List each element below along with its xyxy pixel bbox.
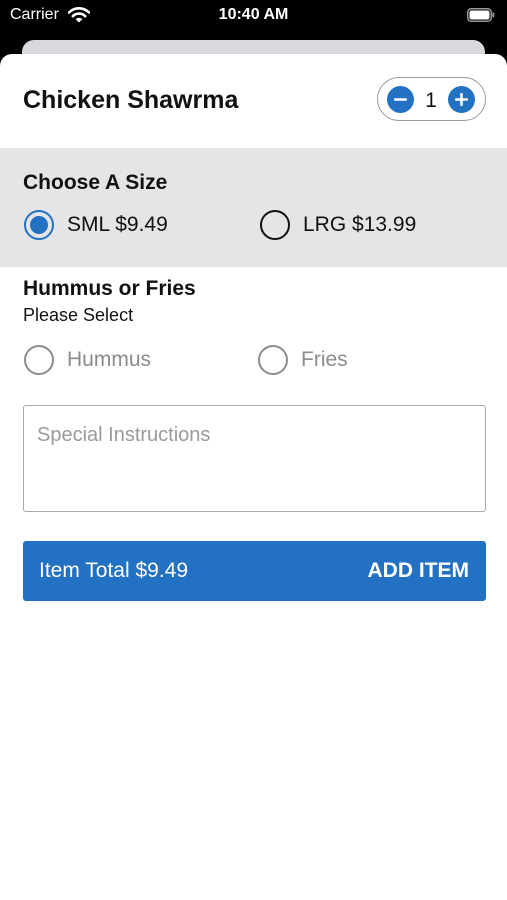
side-option-label: Fries [301,348,348,371]
radio-unselected-icon [24,345,54,375]
size-option-sml[interactable]: SML $9.49 [24,210,168,240]
plus-circle-icon [455,93,468,106]
side-option-fries[interactable]: Fries [258,345,348,375]
radio-unselected-icon [258,345,288,375]
status-time: 10:40 AM [218,6,289,23]
item-options-sheet: Chicken Shawrma 1 Choose A Size SML $9.4… [0,54,507,900]
radio-unselected-icon [260,210,290,240]
side-option-label: Hummus [67,348,152,371]
status-bar: Carrier 10:40 AM [0,0,507,34]
size-option-label: SML $9.49 [67,213,168,236]
item-total-label: Item Total $9.49 [39,559,189,582]
increase-quantity-button[interactable] [448,86,475,113]
size-option-lrg[interactable]: LRG $13.99 [260,210,416,240]
side-heading: Hummus or Fries [23,277,196,300]
add-item-label: ADD ITEM [367,559,470,582]
minus-circle-icon [394,98,407,101]
add-item-button[interactable]: Item Total $9.49 ADD ITEM [23,541,486,601]
radio-selected-icon [24,210,54,240]
battery-icon [467,8,495,22]
side-option-hummus[interactable]: Hummus [24,345,151,375]
decrease-quantity-button[interactable] [387,86,414,113]
quantity-value: 1 [425,89,437,112]
item-title: Chicken Shawrma [23,86,239,114]
size-section: Choose A Size SML $9.49 LRG $13.99 [0,148,507,267]
size-option-label: LRG $13.99 [303,213,417,236]
size-heading: Choose A Size [23,171,168,194]
side-subheading: Please Select [23,305,134,325]
quantity-stepper: 1 [377,77,486,121]
special-instructions-field[interactable] [23,405,486,512]
